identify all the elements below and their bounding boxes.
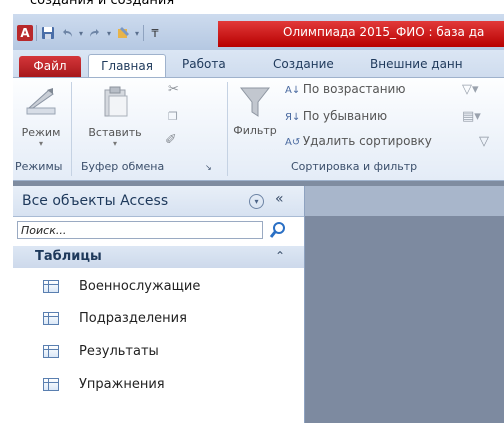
quick-access-toolbar: A ▾ ▾ ▾ ₸	[17, 22, 163, 44]
top-caption-text: создания и создания	[30, 0, 175, 8]
mode-button[interactable]: Режим ▾	[15, 84, 67, 148]
remove-sort-label: Удалить сортировку	[302, 134, 432, 148]
format-painter-icon[interactable]: ✐	[165, 132, 177, 148]
tab-home[interactable]: Главная	[88, 54, 166, 77]
access-window: A ▾ ▾ ▾ ₸ Олимпиада 2015_ФИО : база да Ф…	[13, 14, 504, 423]
shutter-collapse-icon[interactable]: «	[275, 191, 284, 207]
search-input[interactable]: Поиск...	[17, 221, 263, 239]
redo-icon[interactable]	[87, 25, 103, 41]
list-item[interactable]: Результаты	[13, 339, 304, 367]
ribbon-tabs: Файл Главная Работа Создание Внешние дан…	[13, 50, 504, 77]
filter-icon	[237, 82, 273, 118]
tab-create[interactable]: Создание	[273, 57, 334, 71]
navigation-pane: Все объекты Access ▾ « Поиск... Таблицы …	[13, 186, 305, 423]
list-item[interactable]: Упражнения	[13, 372, 304, 400]
chevron-up-icon: ⌃	[275, 249, 286, 263]
category-label: Таблицы	[35, 249, 102, 264]
nav-pane-header[interactable]: Все объекты Access ▾ «	[13, 186, 304, 217]
sort-desc-label: По убыванию	[302, 109, 388, 123]
sort-desc-icon: Я↓	[285, 112, 301, 123]
sort-descending[interactable]: Я↓ По убыванию	[285, 109, 387, 123]
toggle-filter-icon[interactable]: ▽	[479, 134, 489, 149]
window-title: Олимпиада 2015_ФИО : база да	[283, 25, 485, 39]
sort-asc-label: По возрастанию	[302, 82, 406, 96]
paste-label: Вставить	[88, 126, 142, 139]
tab-external-data[interactable]: Внешние данн	[370, 57, 463, 71]
advanced-filter-icon[interactable]: ▤▾	[462, 109, 481, 124]
remove-sort-icon: А↺	[285, 137, 301, 148]
qat-more-icon[interactable]: ₸	[147, 25, 163, 41]
table-icon	[43, 345, 59, 358]
copy-icon[interactable]: ❐	[168, 110, 178, 123]
list-item-label: Военнослужащие	[79, 279, 201, 294]
table-icon	[43, 378, 59, 391]
top-caption: создания и создания	[0, 0, 504, 14]
filter-label: Фильтр	[233, 124, 277, 137]
selection-filter-icon[interactable]: ▽▾	[462, 82, 479, 97]
sort-asc-icon: А↓	[285, 85, 301, 96]
group-label-clipboard: Буфер обмена	[81, 160, 165, 173]
mode-dropdown-icon: ▾	[38, 139, 43, 148]
category-tables[interactable]: Таблицы ⌃	[13, 246, 304, 268]
qat-separator-2	[143, 25, 144, 41]
group-label-modes: Режимы	[15, 160, 63, 173]
undo-icon[interactable]	[59, 25, 75, 41]
tab-file[interactable]: Файл	[19, 56, 81, 77]
list-item-label: Упражнения	[79, 377, 165, 392]
nav-dropdown-icon[interactable]: ▾	[249, 194, 264, 209]
customize-icon[interactable]	[115, 25, 131, 41]
paste-dropdown-icon: ▾	[112, 139, 117, 148]
redo-dropdown-icon[interactable]: ▾	[106, 25, 112, 41]
ribbon-separator-2	[227, 82, 228, 176]
list-item[interactable]: Военнослужащие	[13, 274, 304, 302]
document-area	[305, 186, 504, 423]
ribbon: Режим ▾ Вставить ▾ ✂ ❐ ✐ Фильтр А↓ По во…	[13, 77, 504, 181]
search-icon[interactable]	[268, 220, 288, 240]
list-item[interactable]: Подразделения	[13, 306, 304, 334]
table-icon	[43, 280, 59, 293]
filter-button[interactable]: Фильтр	[231, 82, 279, 137]
ribbon-separator-1	[71, 82, 72, 176]
group-label-sort-filter: Сортировка и фильтр	[291, 160, 418, 173]
paste-icon	[97, 84, 133, 120]
nav-pane-title: Все объекты Access	[22, 193, 169, 209]
qat-separator	[36, 25, 37, 41]
document-tab-strip	[305, 186, 504, 216]
qat-dropdown-icon[interactable]: ▾	[134, 25, 140, 41]
sort-ascending[interactable]: А↓ По возрастанию	[285, 82, 405, 96]
paste-button[interactable]: Вставить ▾	[75, 84, 155, 148]
cut-icon[interactable]: ✂	[168, 82, 179, 97]
access-app-icon[interactable]: A	[17, 25, 33, 41]
tab-work[interactable]: Работа	[182, 57, 226, 71]
save-icon[interactable]	[40, 25, 56, 41]
title-bar: A ▾ ▾ ▾ ₸ Олимпиада 2015_ФИО : база да	[13, 14, 504, 50]
list-item-label: Подразделения	[79, 311, 187, 326]
undo-dropdown-icon[interactable]: ▾	[78, 25, 84, 41]
list-item-label: Результаты	[79, 344, 159, 359]
remove-sort[interactable]: А↺ Удалить сортировку	[285, 134, 432, 148]
clipboard-launcher-icon[interactable]: ↘	[205, 163, 212, 172]
design-mode-icon	[23, 84, 59, 120]
mode-label: Режим	[21, 126, 61, 139]
table-icon	[43, 312, 59, 325]
